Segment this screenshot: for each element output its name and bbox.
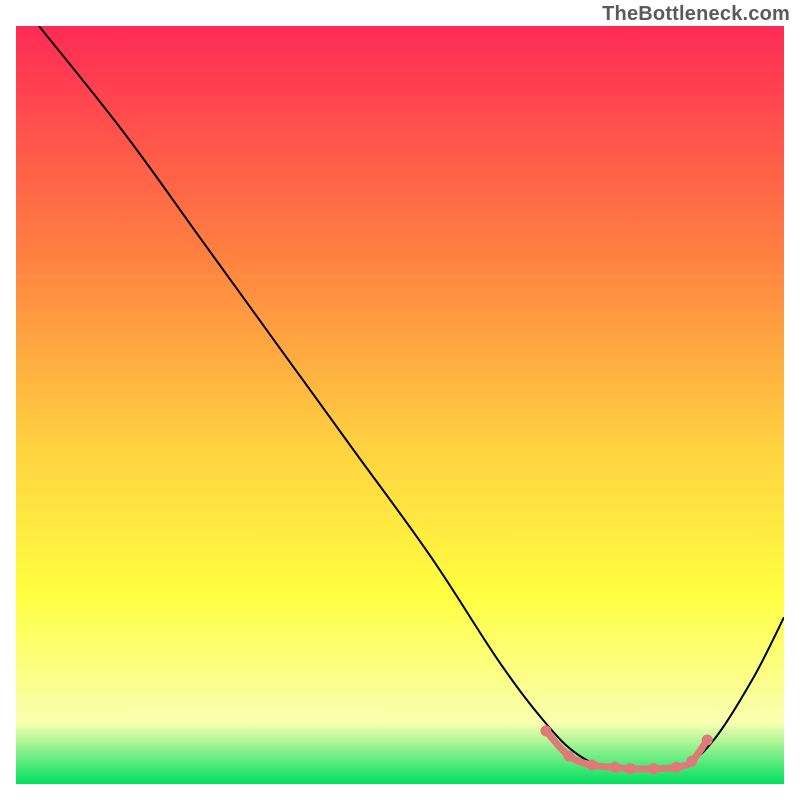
salmon-marker-dot [671,762,682,773]
salmon-marker-dot [648,763,659,774]
chart-stage: TheBottleneck.com [0,0,800,800]
watermark-text: TheBottleneck.com [602,3,790,26]
salmon-marker-dot [610,762,621,773]
salmon-marker-dot [587,760,598,771]
salmon-marker-dot [540,725,551,736]
salmon-marker-dot [702,735,713,746]
gradient-background [16,26,784,784]
salmon-marker-dot [686,756,697,767]
salmon-marker-dot [625,763,636,774]
bottleneck-chart [16,26,784,784]
salmon-marker-dot [564,751,575,762]
